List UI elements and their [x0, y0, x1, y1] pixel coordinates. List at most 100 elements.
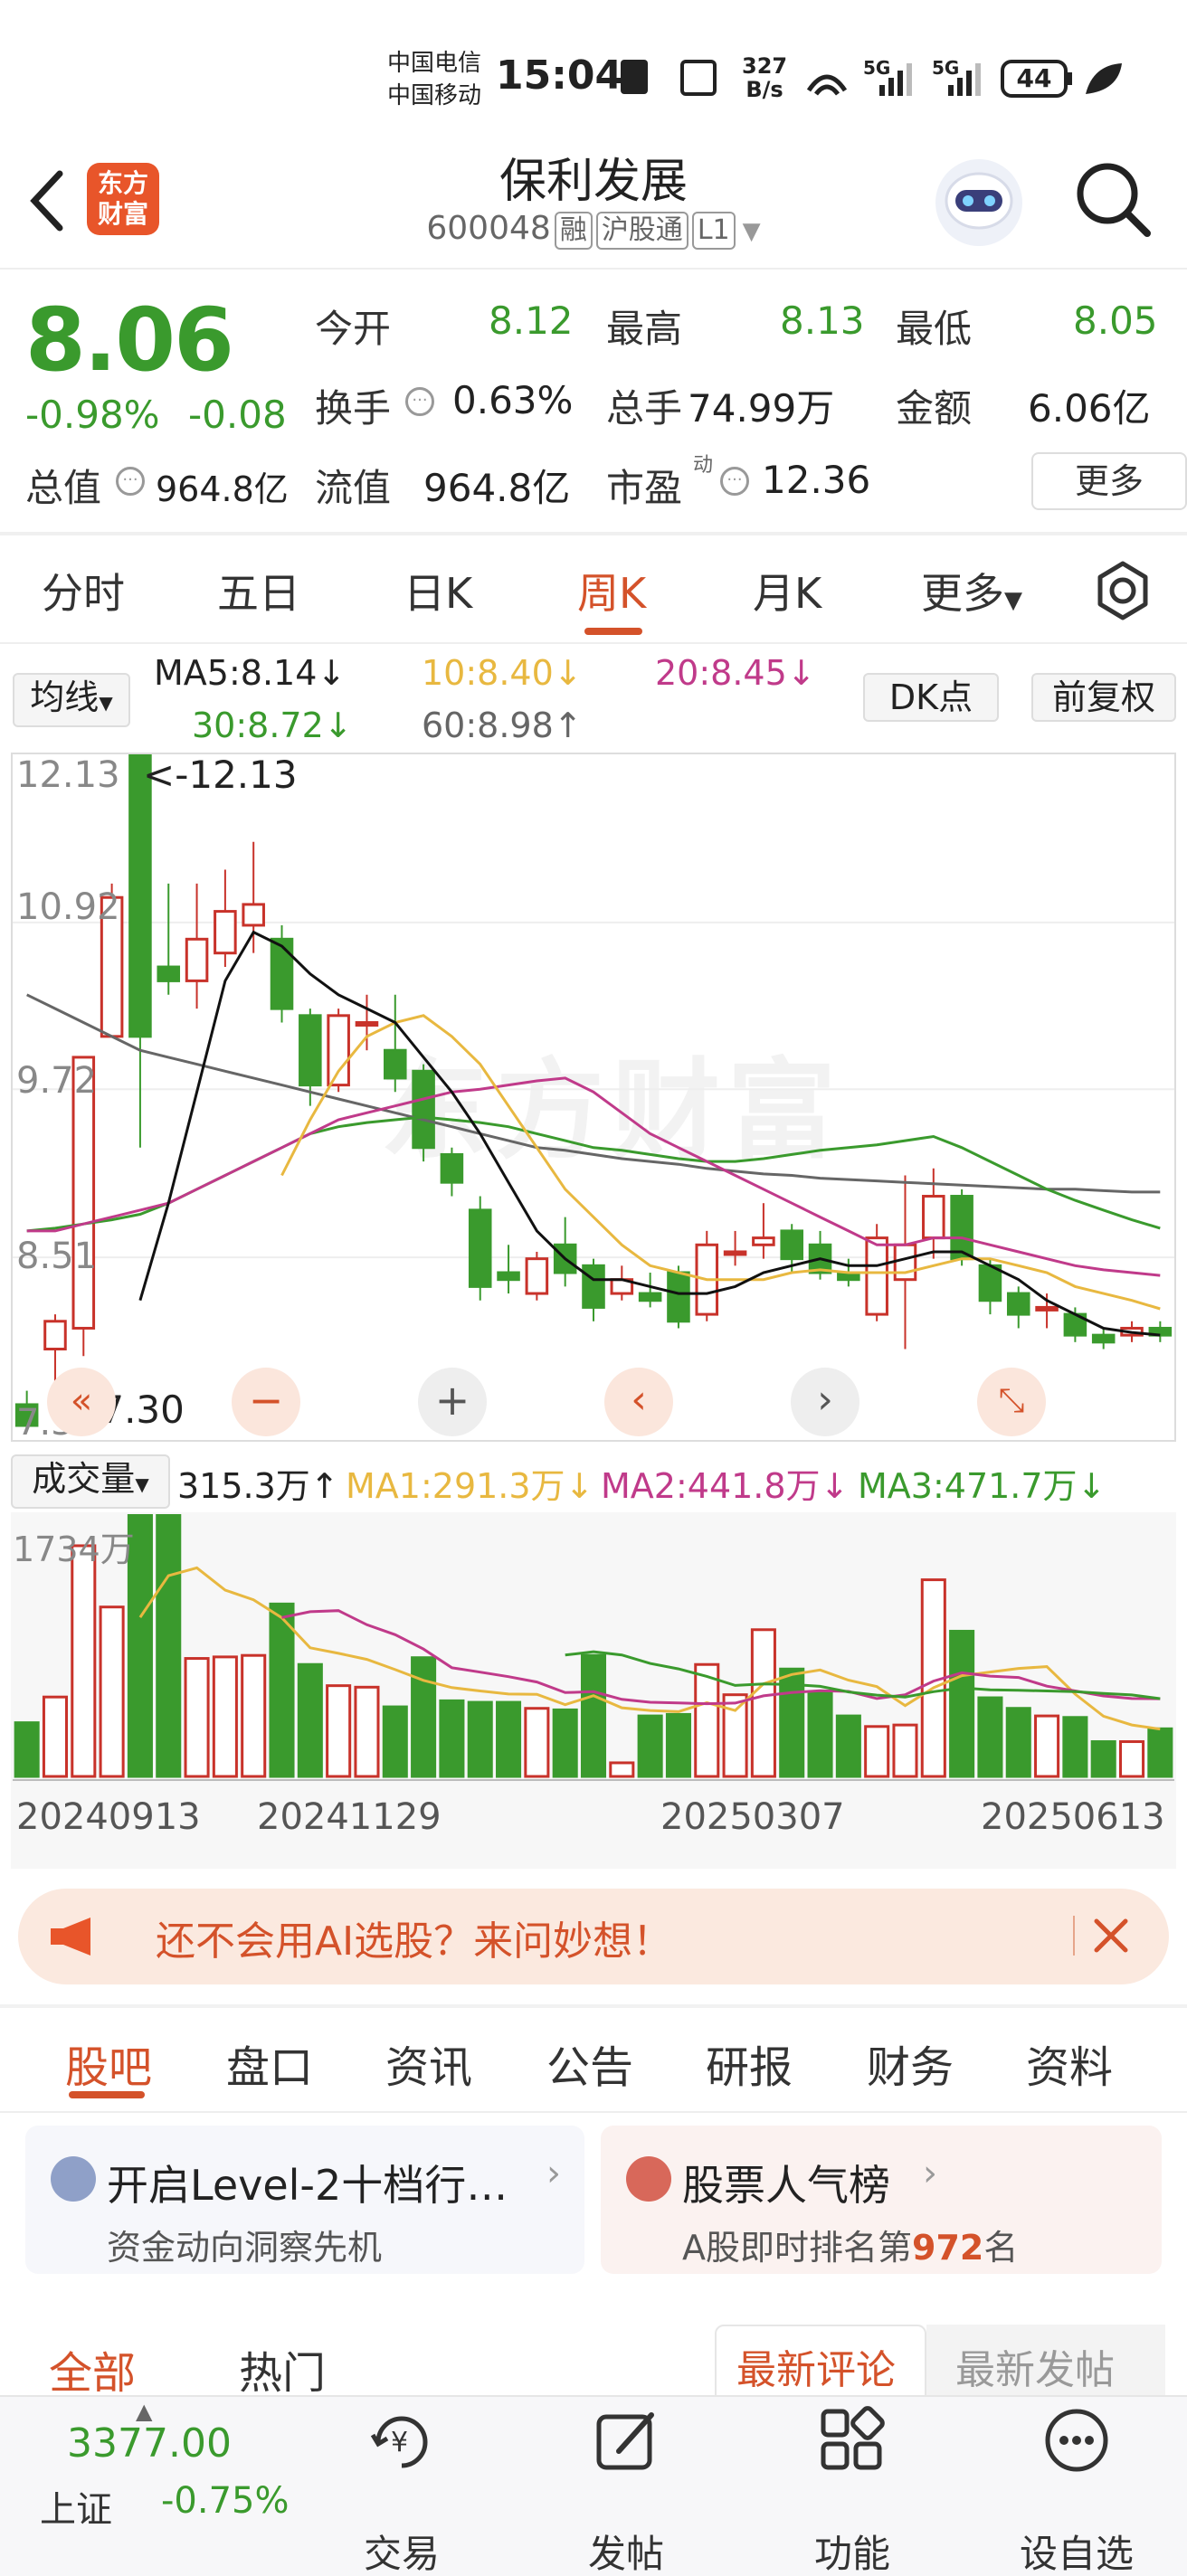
tab-news[interactable]: 资讯: [385, 2031, 472, 2095]
chevron-right-icon: ›: [923, 2153, 937, 2194]
tab-panko[interactable]: 盘口: [226, 2031, 313, 2095]
nav-post[interactable]: 发帖: [554, 2524, 698, 2576]
candle-up: [865, 1236, 888, 1316]
volume-bar-up: [326, 1684, 352, 1778]
banner-divider: [1073, 1916, 1075, 1956]
volume-bar-up: [892, 1723, 918, 1778]
volume-select-button[interactable]: 成交量▼: [11, 1454, 170, 1509]
edit-icon[interactable]: [592, 2406, 660, 2475]
volume-plot[interactable]: [13, 1514, 1174, 1785]
ma30-legend: 30:8.72↓: [192, 706, 353, 745]
tab-finance[interactable]: 财务: [867, 2031, 954, 2095]
quote-divider: [0, 532, 1187, 535]
low-label: 最低: [896, 307, 973, 351]
filter-all[interactable]: 全部: [49, 2337, 136, 2401]
high-value: 8.13: [780, 298, 865, 343]
candle-up: [214, 910, 237, 955]
level2-subtitle: 资金动向洞察先机: [107, 2228, 383, 2268]
candle-down: [667, 1271, 690, 1323]
stock-code: 600048: [426, 210, 551, 247]
volume-bar-up: [99, 1605, 125, 1778]
candle-up: [327, 1014, 350, 1087]
volume-bar-down: [411, 1656, 437, 1778]
index-change[interactable]: -0.75%: [161, 2480, 290, 2522]
more-circle-icon[interactable]: [1042, 2406, 1111, 2475]
open-value: 8.12: [489, 298, 574, 343]
ma-select-button[interactable]: 均线▼: [13, 673, 130, 727]
tab-announcements[interactable]: 公告: [546, 2031, 633, 2095]
tab-profile[interactable]: 资料: [1026, 2031, 1113, 2095]
net-speed: 327 B/s: [742, 54, 787, 101]
pe-superscript: 动: [693, 454, 714, 477]
tab-intraday[interactable]: 分时: [42, 561, 125, 620]
search-icon[interactable]: [1073, 159, 1154, 241]
volume-bar-up: [524, 1707, 550, 1778]
ma-select-label: 均线: [30, 677, 100, 717]
dk-point-button[interactable]: DK点: [863, 673, 999, 722]
vol-ma2: MA2:441.8万↓: [601, 1466, 850, 1506]
volume-bar-down: [977, 1696, 1003, 1778]
nav-watchlist[interactable]: 设自选: [1004, 2524, 1149, 2576]
banner-text[interactable]: 还不会用AI选股？来问妙想！: [156, 1908, 672, 1966]
nav-function[interactable]: 功能: [780, 2524, 925, 2576]
date-label-1: 20240913: [16, 1796, 201, 1838]
y-label-3: 9.72: [16, 1060, 98, 1102]
amount-label: 金额: [896, 386, 973, 431]
volume-bar-up: [1118, 1740, 1145, 1778]
candle-down: [440, 1152, 464, 1184]
y-label-4: 8.51: [16, 1236, 98, 1277]
tab-daily-k[interactable]: 日K: [404, 561, 472, 620]
gear-icon[interactable]: [1091, 559, 1154, 622]
candle-up: [242, 903, 265, 927]
plus-icon[interactable]: +: [418, 1368, 487, 1436]
vibrate-icon: [680, 60, 717, 96]
ma60-legend: 60:8.98↑: [422, 706, 583, 745]
candle-down: [299, 1014, 322, 1087]
chevron-left-icon[interactable]: ‹: [604, 1368, 673, 1436]
volume-bar-up: [354, 1685, 380, 1778]
candle-down: [468, 1208, 492, 1288]
tab-weekly-k[interactable]: 周K: [577, 561, 646, 620]
guba-tab-underline: [69, 2091, 145, 2098]
robot-avatar-icon[interactable]: [932, 156, 1026, 250]
y-label-max: 12.13: [16, 754, 120, 796]
tab-five-day[interactable]: 五日: [217, 561, 300, 620]
trade-icon[interactable]: ¥: [367, 2408, 436, 2477]
info-icon[interactable]: ···: [116, 467, 145, 496]
filter-latest-post[interactable]: 最新发帖: [955, 2337, 1115, 2395]
level2-title: 开启Level-2十档行…: [107, 2161, 508, 2210]
tab-research[interactable]: 研报: [706, 2031, 793, 2095]
tab-more[interactable]: 更多▼: [921, 561, 1022, 620]
candle-down: [950, 1195, 973, 1261]
grid-icon[interactable]: [818, 2406, 887, 2475]
candle-down: [497, 1271, 520, 1282]
expand-icon[interactable]: ⤡: [977, 1368, 1046, 1436]
turnover-value: 0.63%: [452, 378, 574, 422]
kline-plot[interactable]: [13, 754, 1174, 1440]
index-value[interactable]: 3377.00: [67, 2420, 232, 2467]
ma5-legend: MA5:8.14↓: [154, 653, 347, 693]
tab-monthly-k[interactable]: 月K: [753, 561, 821, 620]
filter-hot[interactable]: 热门: [239, 2337, 326, 2401]
volume-y-label: 1734万: [13, 1530, 135, 1569]
volume-bar-down: [1090, 1740, 1116, 1778]
index-name[interactable]: 上证: [40, 2480, 112, 2533]
filter-latest-comment[interactable]: 最新评论: [736, 2337, 896, 2395]
candle-down: [157, 965, 181, 982]
carrier-labels: 中国电信 中国移动: [387, 47, 481, 112]
nav-trade[interactable]: 交易: [329, 2524, 474, 2576]
info-icon[interactable]: ···: [720, 467, 749, 496]
candle-down: [270, 937, 294, 1010]
more-button[interactable]: 更多: [1031, 452, 1187, 510]
signal-wifi-battery-icons: 5G 5G: [806, 57, 1122, 98]
double-left-icon[interactable]: «: [47, 1368, 116, 1436]
max-annotation: <-12.13: [143, 753, 298, 797]
info-icon[interactable]: ···: [405, 387, 434, 416]
minus-icon[interactable]: −: [232, 1368, 300, 1436]
adjust-button[interactable]: 前复权: [1031, 673, 1176, 722]
close-icon[interactable]: [1091, 1916, 1131, 1956]
dropdown-arrow-icon[interactable]: ▼: [743, 218, 761, 245]
candle-down: [1091, 1333, 1116, 1344]
tab-guba[interactable]: 股吧: [65, 2031, 152, 2095]
chevron-right-icon[interactable]: ›: [791, 1368, 859, 1436]
